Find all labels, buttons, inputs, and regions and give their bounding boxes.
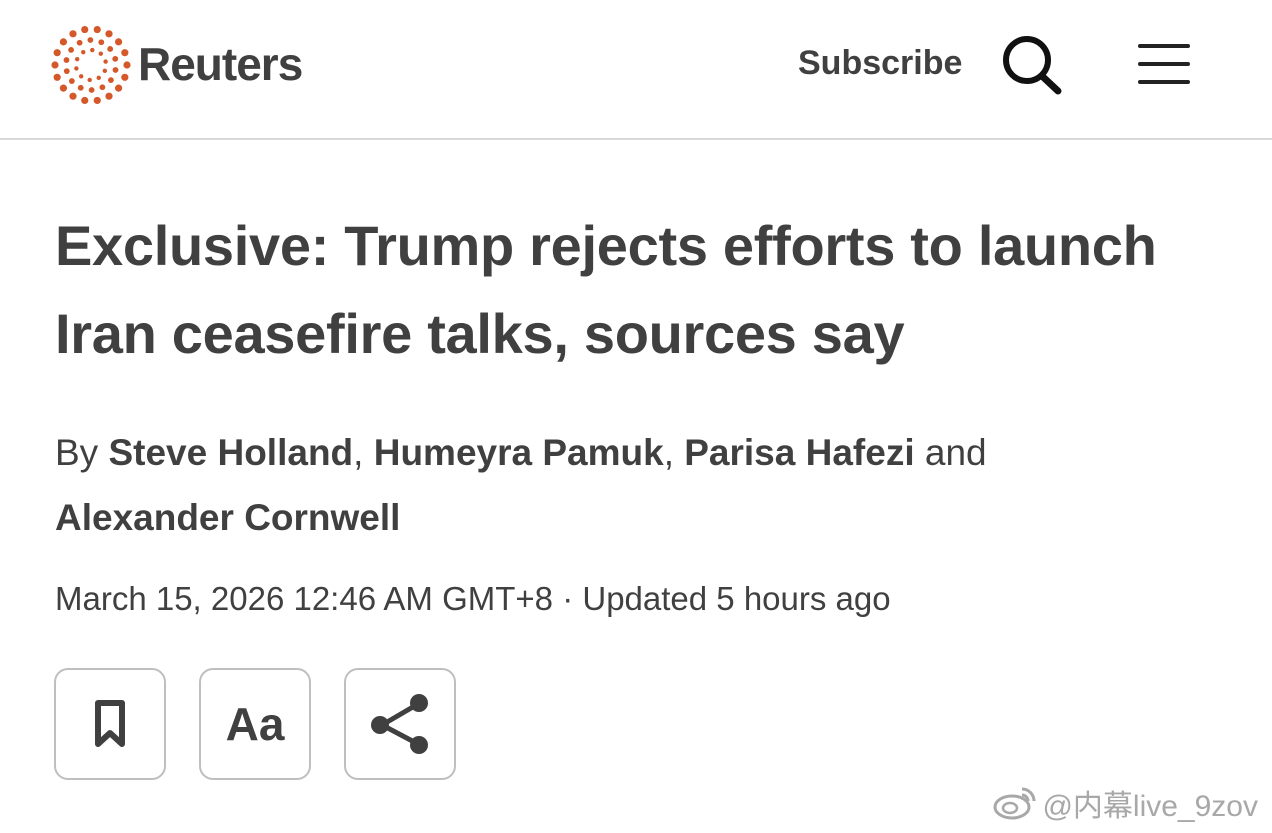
byline: By Steve Holland, Humeyra Pamuk, Parisa … <box>55 420 1235 550</box>
date-separator: · <box>562 580 574 617</box>
brand-name: Reuters <box>138 38 303 90</box>
text-size-button[interactable]: Aa <box>199 668 311 780</box>
byline-separator: , <box>353 432 364 473</box>
headline-line-2: Iran ceasefire talks, sources say <box>55 302 905 365</box>
byline-conjunction: and <box>924 432 987 473</box>
weibo-icon <box>993 787 1036 820</box>
share-icon <box>371 694 428 754</box>
author-link[interactable]: Parisa Hafezi <box>684 432 914 473</box>
article-headline: Exclusive: Trump rejects efforts to laun… <box>55 202 1235 378</box>
article-tools: Aa <box>54 668 456 780</box>
updated-time: Updated 5 hours ago <box>582 580 891 617</box>
watermark-text: @内幕live_9zov <box>1042 790 1258 823</box>
author-link[interactable]: Steve Holland <box>108 432 353 473</box>
dateline: March 15, 2026 12:46 AM GMT+8 · Updated … <box>55 575 891 623</box>
byline-prefix: By <box>55 432 99 473</box>
share-button[interactable] <box>344 668 456 780</box>
headline-line-1: Exclusive: Trump rejects efforts to laun… <box>55 214 1157 277</box>
subscribe-button[interactable]: Subscribe <box>798 44 962 83</box>
text-size-label: Aa <box>225 698 285 750</box>
byline-separator: , <box>663 432 674 473</box>
bookmark-button[interactable] <box>54 668 166 780</box>
author-link[interactable]: Humeyra Pamuk <box>374 432 664 473</box>
publish-date: March 15, 2026 12:46 AM GMT+8 <box>55 580 554 617</box>
reuters-logo-icon <box>51 25 131 105</box>
author-link[interactable]: Alexander Cornwell <box>55 497 400 538</box>
bookmark-icon <box>95 700 125 747</box>
reuters-logo[interactable]: Reuters <box>50 24 303 106</box>
watermark: @内幕live_9zov <box>992 781 1258 825</box>
menu-button[interactable] <box>1136 40 1192 88</box>
site-header: Reuters Subscribe <box>0 0 1272 140</box>
hamburger-menu-icon <box>1138 44 1190 84</box>
search-button[interactable] <box>1000 32 1066 98</box>
search-icon <box>1003 36 1062 95</box>
